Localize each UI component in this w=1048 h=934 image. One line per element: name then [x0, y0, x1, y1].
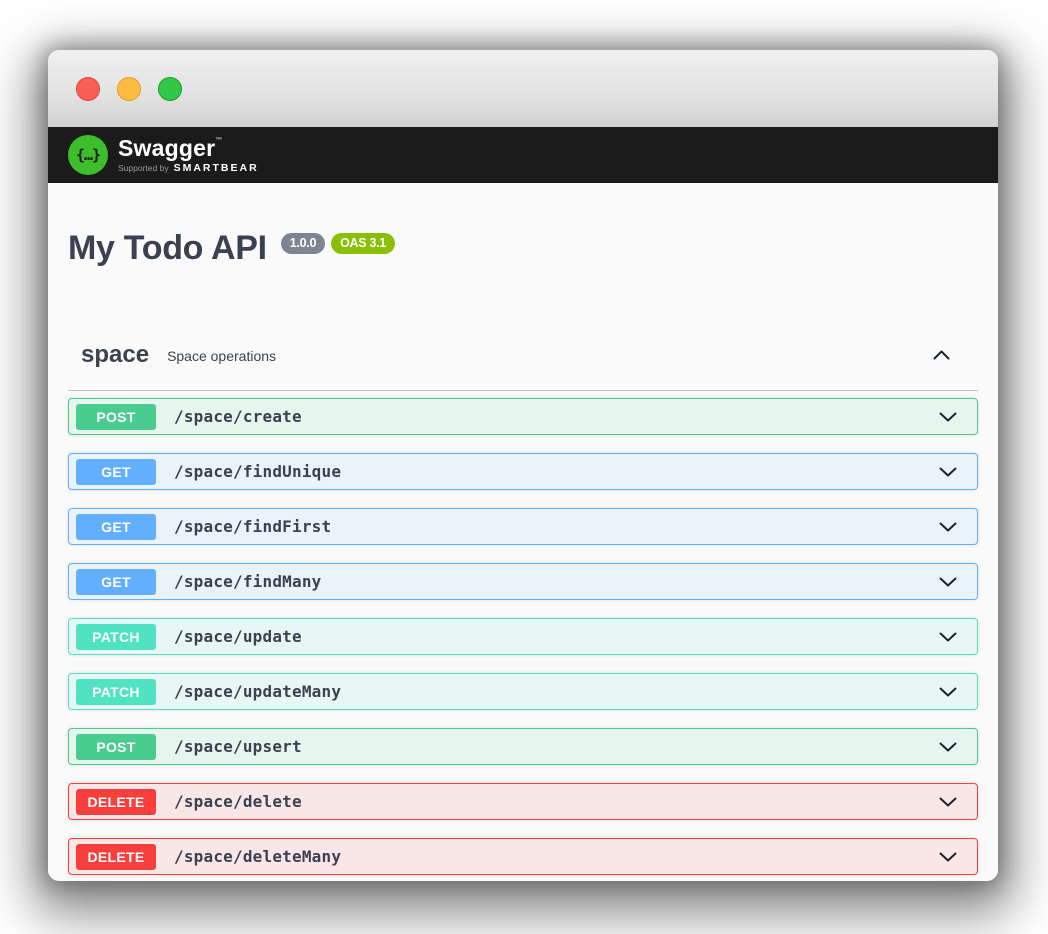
operation-path: /space/deleteMany — [174, 847, 341, 866]
version-badge: 1.0.0 — [281, 233, 325, 254]
operation-path: /space/delete — [174, 792, 302, 811]
expand-operation-icon[interactable] — [939, 852, 957, 862]
swagger-content: My Todo API 1.0.0 OAS 3.1 space Space op… — [48, 183, 998, 875]
expand-operation-icon[interactable] — [939, 412, 957, 422]
swagger-topbar: {…} Swagger™ Supported by SMARTBEAR — [48, 127, 998, 183]
operation-row[interactable]: GET/space/findUnique — [68, 453, 978, 490]
method-badge: GET — [76, 459, 156, 485]
operation-path: /space/findUnique — [174, 462, 341, 481]
trademark-symbol: ™ — [215, 137, 222, 144]
operation-row[interactable]: POST/space/upsert — [68, 728, 978, 765]
tag-description: Space operations — [167, 348, 276, 364]
zoom-window-button[interactable] — [158, 77, 182, 101]
api-title-row: My Todo API 1.0.0 OAS 3.1 — [68, 230, 978, 267]
operation-path: /space/create — [174, 407, 302, 426]
swagger-logo-link[interactable]: {…} Swagger™ Supported by SMARTBEAR — [68, 135, 259, 175]
operation-row[interactable]: DELETE/space/delete — [68, 783, 978, 820]
operation-path: /space/findMany — [174, 572, 322, 591]
method-badge: PATCH — [76, 624, 156, 650]
swagger-logo-wordmark: Swagger™ Supported by SMARTBEAR — [118, 137, 259, 174]
operation-row[interactable]: PATCH/space/updateMany — [68, 673, 978, 710]
operation-row[interactable]: DELETE/space/deleteMany — [68, 838, 978, 875]
swagger-logo-subtitle: Supported by SMARTBEAR — [118, 163, 259, 174]
window-titlebar — [48, 50, 998, 127]
app-window: {…} Swagger™ Supported by SMARTBEAR My T… — [48, 50, 998, 881]
tag-name: space — [81, 341, 149, 369]
method-badge: GET — [76, 514, 156, 540]
expand-operation-icon[interactable] — [939, 632, 957, 642]
minimize-window-button[interactable] — [117, 77, 141, 101]
expand-operation-icon[interactable] — [939, 687, 957, 697]
operation-path: /space/upsert — [174, 737, 302, 756]
swagger-logo-text: Swagger™ — [118, 137, 259, 160]
operation-path: /space/findFirst — [174, 517, 331, 536]
operation-path: /space/update — [174, 627, 302, 646]
operation-row[interactable]: PATCH/space/update — [68, 618, 978, 655]
method-badge: POST — [76, 734, 156, 760]
method-badge: DELETE — [76, 789, 156, 815]
oas-version-badge: OAS 3.1 — [331, 233, 395, 254]
operation-row[interactable]: POST/space/create — [68, 398, 978, 435]
method-badge: DELETE — [76, 844, 156, 870]
expand-operation-icon[interactable] — [939, 522, 957, 532]
smartbear-label: SMARTBEAR — [174, 163, 259, 174]
expand-operation-icon[interactable] — [939, 742, 957, 752]
method-badge: POST — [76, 404, 156, 430]
method-badge: PATCH — [76, 679, 156, 705]
api-title: My Todo API — [68, 230, 267, 267]
swagger-logo-glyph: {…} — [76, 146, 100, 164]
operation-path: /space/updateMany — [174, 682, 341, 701]
tag-section-header[interactable]: space Space operations — [68, 341, 978, 369]
close-window-button[interactable] — [76, 77, 100, 101]
swagger-logo-icon: {…} — [68, 135, 108, 175]
expand-operation-icon[interactable] — [939, 577, 957, 587]
operations-list: POST/space/createGET/space/findUniqueGET… — [68, 398, 978, 875]
expand-operation-icon[interactable] — [939, 797, 957, 807]
expand-operation-icon[interactable] — [939, 467, 957, 477]
operation-row[interactable]: GET/space/findFirst — [68, 508, 978, 545]
supported-by-label: Supported by — [118, 164, 169, 173]
operation-row[interactable]: GET/space/findMany — [68, 563, 978, 600]
collapse-section-icon[interactable] — [933, 350, 950, 360]
method-badge: GET — [76, 569, 156, 595]
section-divider — [68, 390, 978, 391]
